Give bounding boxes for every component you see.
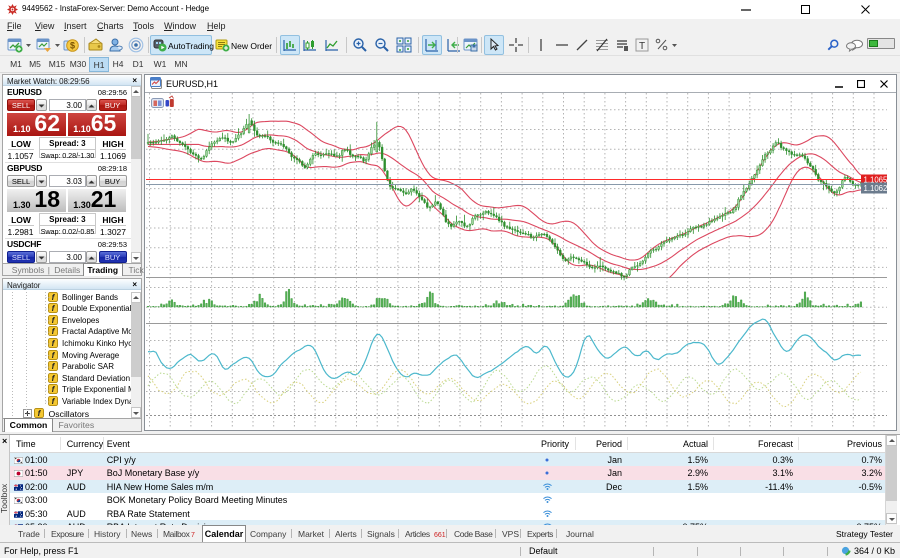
svg-text:$: $ xyxy=(70,41,75,51)
svg-text:T: T xyxy=(639,41,645,52)
svg-text:1.1062: 1.1062 xyxy=(864,184,888,193)
